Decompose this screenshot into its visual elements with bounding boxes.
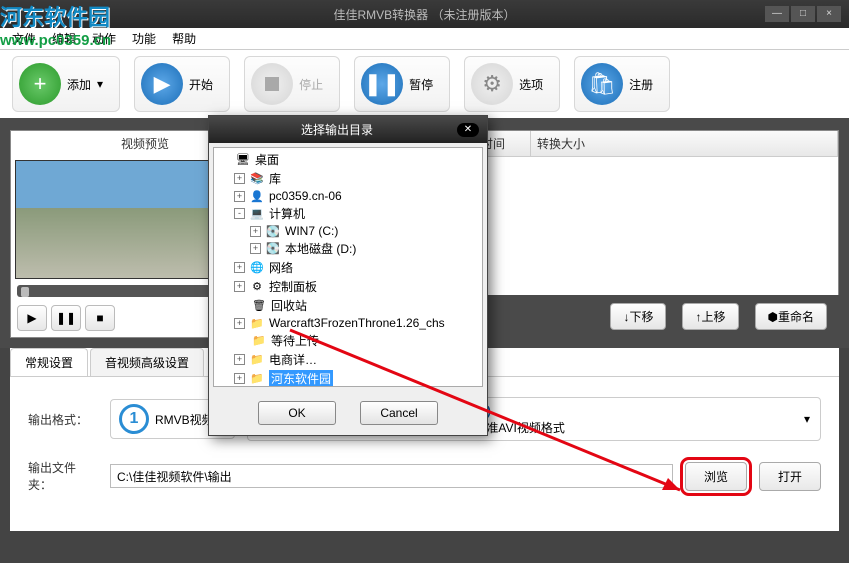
open-button[interactable]: 打开 (759, 462, 821, 491)
tab-general[interactable]: 常规设置 (10, 348, 88, 376)
tree-node-label: 库 (269, 170, 281, 187)
preview-stop-button[interactable]: ■ (85, 305, 115, 331)
expand-toggle[interactable]: + (234, 354, 245, 365)
title-bar: 佳佳RMVB转换器 （未注册版本） — □ × (0, 0, 849, 28)
basket-icon: 🛍 (581, 63, 623, 105)
play-icon: ▶ (141, 63, 183, 105)
dialog-cancel-button[interactable]: Cancel (360, 401, 438, 425)
stop-icon (251, 63, 293, 105)
folder-icon: 📁 (251, 334, 267, 348)
output-folder-input[interactable] (110, 464, 673, 488)
cp-icon: ⚙ (249, 280, 265, 294)
tree-node-label: 电商详… (269, 351, 317, 368)
dialog-title: 选择输出目录 (301, 121, 373, 138)
maximize-button[interactable]: □ (791, 6, 815, 22)
gear-icon: ⚙ (471, 63, 513, 105)
minimize-button[interactable]: — (765, 6, 789, 22)
options-button[interactable]: ⚙ 选项 (464, 56, 560, 112)
expand-toggle[interactable]: + (250, 226, 261, 237)
toolbar: + 添加▾ ▶ 开始 停止 ❚❚ 暂停 ⚙ 选项 🛍 注册 (0, 50, 849, 120)
menu-bar: 文件 编辑 动作 功能 帮助 (0, 28, 849, 50)
pause-button[interactable]: ❚❚ 暂停 (354, 56, 450, 112)
tree-node-label: 网络 (269, 259, 293, 276)
expand-toggle[interactable]: + (234, 373, 245, 384)
lib-icon: 📚 (249, 172, 265, 186)
stop-button[interactable]: 停止 (244, 56, 340, 112)
expand-toggle[interactable]: + (234, 191, 245, 202)
tree-node-label: pc0359.cn-06 (269, 189, 342, 203)
net-icon: 🌐 (249, 261, 265, 275)
tree-node[interactable]: 🗑 回收站 (218, 296, 478, 315)
folder-tree[interactable]: 🖥 桌面 + 📚 库 + 👤 pc0359.cn-06 -💻 计算机 + 💽 WIN7 (C:) + 💽 本地… (213, 147, 483, 387)
start-button[interactable]: ▶ 开始 (134, 56, 230, 112)
tree-node[interactable]: + 💽 本地磁盘 (D:) (218, 239, 478, 258)
menu-help[interactable]: 帮助 (166, 28, 202, 49)
tree-node[interactable]: -💻 计算机 (218, 204, 478, 223)
user-icon: 👤 (249, 189, 265, 203)
folder-icon: 📁 (249, 353, 265, 367)
browse-button[interactable]: 浏览 (685, 462, 747, 491)
expand-toggle[interactable]: + (234, 318, 245, 329)
plus-icon: + (19, 63, 61, 105)
tree-node[interactable]: + ⚙ 控制面板 (218, 277, 478, 296)
close-button[interactable]: × (817, 6, 841, 22)
badge-one-icon: 1 (119, 404, 149, 434)
menu-function[interactable]: 功能 (126, 28, 162, 49)
menu-file[interactable]: 文件 (6, 28, 42, 49)
tree-node[interactable]: + 📁 Warcraft3FrozenThrone1.26_chs (218, 315, 478, 331)
menu-edit[interactable]: 编辑 (46, 28, 82, 49)
window-title: 佳佳RMVB转换器 （未注册版本） (333, 6, 515, 23)
tree-node-label: WIN7 (C:) (285, 224, 338, 238)
move-down-button[interactable]: ↓下移 (610, 303, 666, 330)
dialog-close-button[interactable]: ✕ (457, 123, 479, 137)
tree-node[interactable]: + 🌐 网络 (218, 258, 478, 277)
tree-node-label: 计算机 (269, 205, 305, 222)
bin-icon: 🗑 (251, 299, 267, 313)
tree-node-label: 回收站 (271, 297, 307, 314)
tab-av-advanced[interactable]: 音视频高级设置 (90, 348, 204, 376)
tree-node[interactable]: + 👤 pc0359.cn-06 (218, 188, 478, 204)
expand-toggle[interactable]: + (234, 173, 245, 184)
add-button[interactable]: + 添加▾ (12, 56, 120, 112)
col-resize[interactable]: 转换大小 (531, 131, 838, 156)
desktop-icon: 🖥 (235, 153, 251, 167)
rename-button[interactable]: ⬢重命名 (755, 303, 828, 330)
register-button[interactable]: 🛍 注册 (574, 56, 670, 112)
tree-node[interactable]: + 📁 电商详… (218, 350, 478, 369)
expand-toggle[interactable]: + (234, 262, 245, 273)
move-up-button[interactable]: ↑上移 (682, 303, 738, 330)
expand-toggle[interactable]: - (234, 208, 245, 219)
output-folder-label: 输出文件夹： (28, 459, 98, 493)
preview-pause-button[interactable]: ❚❚ (51, 305, 81, 331)
folder-icon: 📁 (249, 316, 265, 330)
tree-node[interactable]: 🖥 桌面 (218, 150, 478, 169)
drive-icon: 💽 (265, 224, 281, 238)
tree-node-label: 桌面 (255, 151, 279, 168)
folder-dialog: 选择输出目录 ✕ 🖥 桌面 + 📚 库 + 👤 pc0359.cn-06 -💻 计算机 + 💽 WIN7… (208, 115, 488, 436)
tree-node[interactable]: + 📚 库 (218, 169, 478, 188)
tree-node-label: Warcraft3FrozenThrone1.26_chs (269, 316, 445, 330)
tree-node-label: 控制面板 (269, 278, 317, 295)
folder-icon: 📁 (249, 372, 265, 386)
tree-node[interactable]: 📁 等待上传 (218, 331, 478, 350)
pause-icon: ❚❚ (361, 63, 403, 105)
drive-icon: 💽 (265, 242, 281, 256)
menu-action[interactable]: 动作 (86, 28, 122, 49)
pc-icon: 💻 (249, 207, 265, 221)
output-format-label: 输出格式： (28, 411, 98, 428)
tree-node-label: 河东软件园 (269, 370, 333, 387)
dialog-title-bar[interactable]: 选择输出目录 ✕ (209, 116, 487, 143)
dialog-ok-button[interactable]: OK (258, 401, 336, 425)
preview-play-button[interactable]: ▶ (17, 305, 47, 331)
tree-node-label: 等待上传 (271, 332, 319, 349)
expand-toggle[interactable]: + (234, 281, 245, 292)
tree-node[interactable]: + 📁 河东软件园 (218, 369, 478, 387)
tree-node[interactable]: + 💽 WIN7 (C:) (218, 223, 478, 239)
tree-node-label: 本地磁盘 (D:) (285, 240, 356, 257)
expand-toggle[interactable]: + (250, 243, 261, 254)
